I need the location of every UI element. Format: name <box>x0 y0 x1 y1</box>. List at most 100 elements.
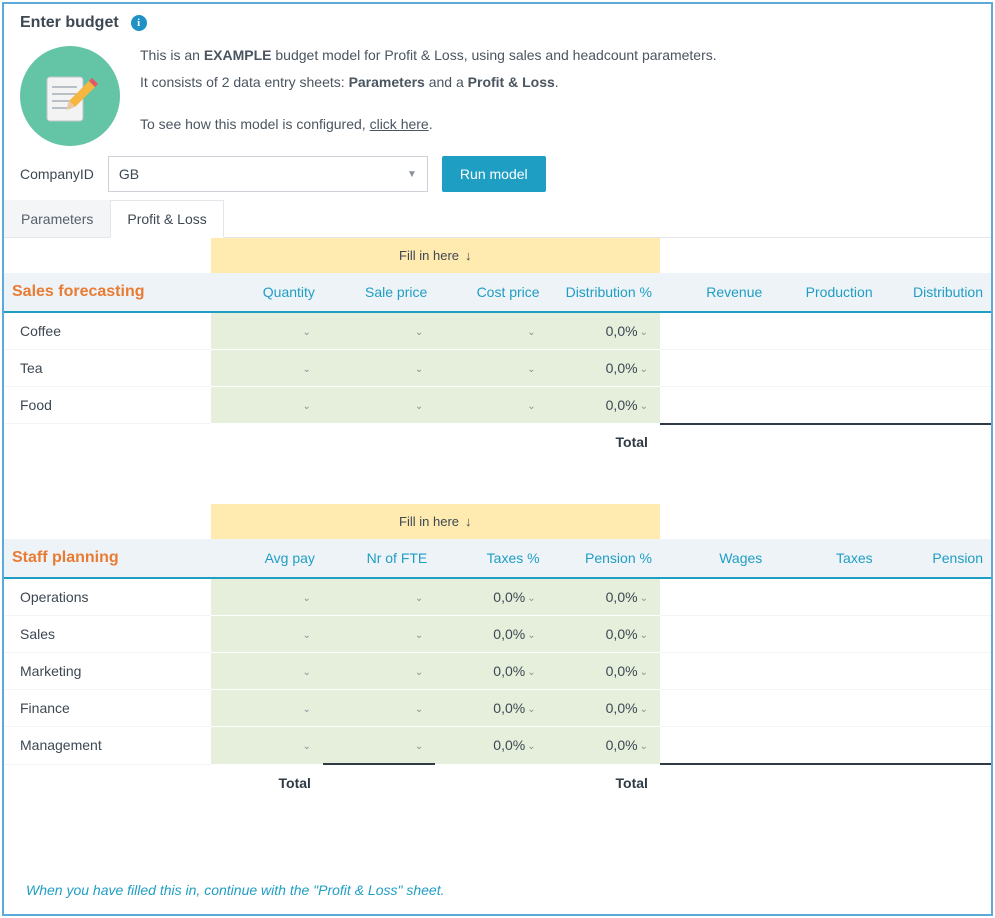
intro-text-bold: Profit & Loss <box>468 74 555 90</box>
cell-dist-pct[interactable]: 0,0%⌄ <box>548 312 660 350</box>
staff-row: Marketing ⌄ ⌄ 0,0%⌄ 0,0%⌄ <box>4 653 991 690</box>
chevron-down-icon: ⌄ <box>527 741 535 752</box>
cell-quantity[interactable]: ⌄ <box>211 387 323 424</box>
cell-nr-fte[interactable]: ⌄ <box>323 578 435 616</box>
chevron-down-icon: ⌄ <box>640 630 648 641</box>
row-label: Food <box>4 387 211 424</box>
cell-pension-pct[interactable]: 0,0%⌄ <box>548 578 660 616</box>
cell-cost-price[interactable]: ⌄ <box>435 312 547 350</box>
cell-avg-pay[interactable]: ⌄ <box>211 690 323 727</box>
cell-dist-pct[interactable]: 0,0%⌄ <box>548 387 660 424</box>
chevron-down-icon: ⌄ <box>640 401 648 412</box>
chevron-down-icon: ⌄ <box>527 364 535 375</box>
cell-taxes-pct[interactable]: 0,0%⌄ <box>435 616 547 653</box>
chevron-down-icon: ⌄ <box>303 364 311 375</box>
chevron-down-icon: ⌄ <box>640 667 648 678</box>
chevron-down-icon: ⌄ <box>415 667 423 678</box>
cell-avg-pay[interactable]: ⌄ <box>211 578 323 616</box>
cell-pension-pct[interactable]: 0,0%⌄ <box>548 690 660 727</box>
fill-hint-sales: Fill in here↓ <box>211 238 660 273</box>
cell-quantity[interactable]: ⌄ <box>211 312 323 350</box>
chevron-down-icon: ⌄ <box>415 630 423 641</box>
row-label: Tea <box>4 350 211 387</box>
model-badge-icon <box>20 46 120 146</box>
chevron-down-icon: ⌄ <box>303 741 311 752</box>
chevron-down-icon: ⌄ <box>303 630 311 641</box>
cell-avg-pay[interactable]: ⌄ <box>211 653 323 690</box>
chevron-down-icon: ⌄ <box>527 401 535 412</box>
col-production: Production <box>770 273 880 312</box>
sales-row: Coffee ⌄ ⌄ ⌄ 0,0%⌄ <box>4 312 991 350</box>
intro-text-frag: and a <box>425 74 468 90</box>
chevron-down-icon: ⌄ <box>415 704 423 715</box>
cell-cost-price[interactable]: ⌄ <box>435 350 547 387</box>
chevron-down-icon: ▼ <box>407 169 417 180</box>
cell-sale-price[interactable]: ⌄ <box>323 312 435 350</box>
staff-row: Sales ⌄ ⌄ 0,0%⌄ 0,0%⌄ <box>4 616 991 653</box>
chevron-down-icon: ⌄ <box>527 704 535 715</box>
tab-profit-loss[interactable]: Profit & Loss <box>110 200 223 238</box>
run-model-button[interactable]: Run model <box>442 156 546 192</box>
company-id-value: GB <box>119 166 139 182</box>
chevron-down-icon: ⌄ <box>415 593 423 604</box>
cell-sale-price[interactable]: ⌄ <box>323 350 435 387</box>
col-taxes-pct: Taxes % <box>435 539 547 578</box>
chevron-down-icon: ⌄ <box>303 704 311 715</box>
cell-cost-price[interactable]: ⌄ <box>435 387 547 424</box>
intro-text-bold: EXAMPLE <box>204 47 272 63</box>
col-nr-fte: Nr of FTE <box>323 539 435 578</box>
cell-nr-fte[interactable]: ⌄ <box>323 653 435 690</box>
col-avg-pay: Avg pay <box>211 539 323 578</box>
cell-nr-fte[interactable]: ⌄ <box>323 690 435 727</box>
cell-pension-pct[interactable]: 0,0%⌄ <box>548 616 660 653</box>
row-label: Sales <box>4 616 211 653</box>
cell-pension-pct[interactable]: 0,0%⌄ <box>548 727 660 765</box>
staff-row: Finance ⌄ ⌄ 0,0%⌄ 0,0%⌄ <box>4 690 991 727</box>
cell-nr-fte[interactable]: ⌄ <box>323 616 435 653</box>
sales-row: Food ⌄ ⌄ ⌄ 0,0%⌄ <box>4 387 991 424</box>
cell-nr-fte[interactable]: ⌄ <box>323 727 435 765</box>
intro-text-frag: It consists of 2 data entry sheets: <box>140 74 349 90</box>
staff-section-title: Staff planning <box>4 539 211 578</box>
col-pension-pct: Pension % <box>548 539 660 578</box>
staff-total-label-left: Total <box>211 764 323 801</box>
row-label: Management <box>4 727 211 765</box>
chevron-down-icon: ⌄ <box>303 593 311 604</box>
footer-note: When you have filled this in, continue w… <box>4 860 445 908</box>
cell-avg-pay[interactable]: ⌄ <box>211 727 323 765</box>
intro-text-frag: budget model for Profit & Loss, using sa… <box>272 47 717 63</box>
intro-text-frag: To see how this model is configured, <box>140 116 370 132</box>
row-label: Finance <box>4 690 211 727</box>
cell-taxes-pct[interactable]: 0,0%⌄ <box>435 727 547 765</box>
staff-row: Management ⌄ ⌄ 0,0%⌄ 0,0%⌄ <box>4 727 991 765</box>
arrow-down-icon: ↓ <box>465 248 472 263</box>
intro-text-bold: Parameters <box>349 74 425 90</box>
chevron-down-icon: ⌄ <box>303 401 311 412</box>
config-link[interactable]: click here <box>370 116 429 132</box>
chevron-down-icon: ⌄ <box>415 401 423 412</box>
row-label: Marketing <box>4 653 211 690</box>
chevron-down-icon: ⌄ <box>527 667 535 678</box>
cell-taxes-pct[interactable]: 0,0%⌄ <box>435 578 547 616</box>
chevron-down-icon: ⌄ <box>640 364 648 375</box>
cell-dist-pct[interactable]: 0,0%⌄ <box>548 350 660 387</box>
cell-quantity[interactable]: ⌄ <box>211 350 323 387</box>
col-distribution-pct: Distribution % <box>548 273 660 312</box>
company-id-select[interactable]: GB ▼ <box>108 156 428 192</box>
tab-parameters[interactable]: Parameters <box>4 200 110 237</box>
cell-sale-price[interactable]: ⌄ <box>323 387 435 424</box>
staff-row: Operations ⌄ ⌄ 0,0%⌄ 0,0%⌄ <box>4 578 991 616</box>
chevron-down-icon: ⌄ <box>640 741 648 752</box>
col-revenue: Revenue <box>660 273 770 312</box>
chevron-down-icon: ⌄ <box>303 327 311 338</box>
staff-total-label-right: Total <box>548 764 660 801</box>
cell-taxes-pct[interactable]: 0,0%⌄ <box>435 653 547 690</box>
chevron-down-icon: ⌄ <box>415 327 423 338</box>
info-icon[interactable]: i <box>131 15 147 31</box>
sales-row: Tea ⌄ ⌄ ⌄ 0,0%⌄ <box>4 350 991 387</box>
cell-taxes-pct[interactable]: 0,0%⌄ <box>435 690 547 727</box>
cell-avg-pay[interactable]: ⌄ <box>211 616 323 653</box>
col-wages: Wages <box>660 539 770 578</box>
cell-pension-pct[interactable]: 0,0%⌄ <box>548 653 660 690</box>
intro-text-frag: This is an <box>140 47 204 63</box>
